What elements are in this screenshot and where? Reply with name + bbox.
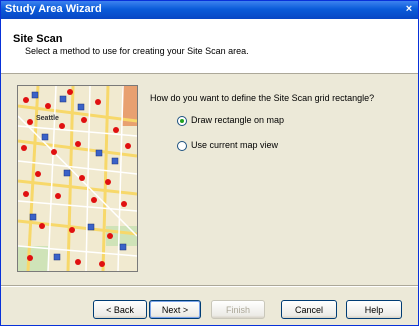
window-title: Study Area Wizard [5,3,102,15]
title-bar[interactable]: Study Area Wizard × [1,1,418,19]
radio-current-map-view-control[interactable] [177,141,187,151]
page-title: Site Scan [13,33,63,45]
wizard-header: Site Scan Select a method to use for cre… [1,19,418,74]
map-image: Seattle [17,85,138,272]
radio-current-map-view-label[interactable]: Use current map view [191,140,278,150]
back-button[interactable]: < Back [93,300,147,319]
wizard-window: Study Area Wizard × Site Scan Select a m… [0,0,419,326]
page-subtitle: Select a method to use for creating your… [25,46,249,56]
radio-draw-rectangle-label[interactable]: Draw rectangle on map [191,115,284,125]
cancel-button[interactable]: Cancel [281,300,337,319]
define-question: How do you want to define the Site Scan … [150,93,375,103]
close-icon[interactable]: × [403,3,415,16]
next-button[interactable]: Next > [149,300,201,319]
radio-selected-dot [180,119,184,123]
map-city-label: Seattle [36,115,59,122]
help-button[interactable]: Help [346,300,402,319]
finish-button[interactable]: Finish [211,300,265,319]
radio-draw-rectangle-control[interactable] [177,116,187,126]
footer-divider [1,285,418,287]
